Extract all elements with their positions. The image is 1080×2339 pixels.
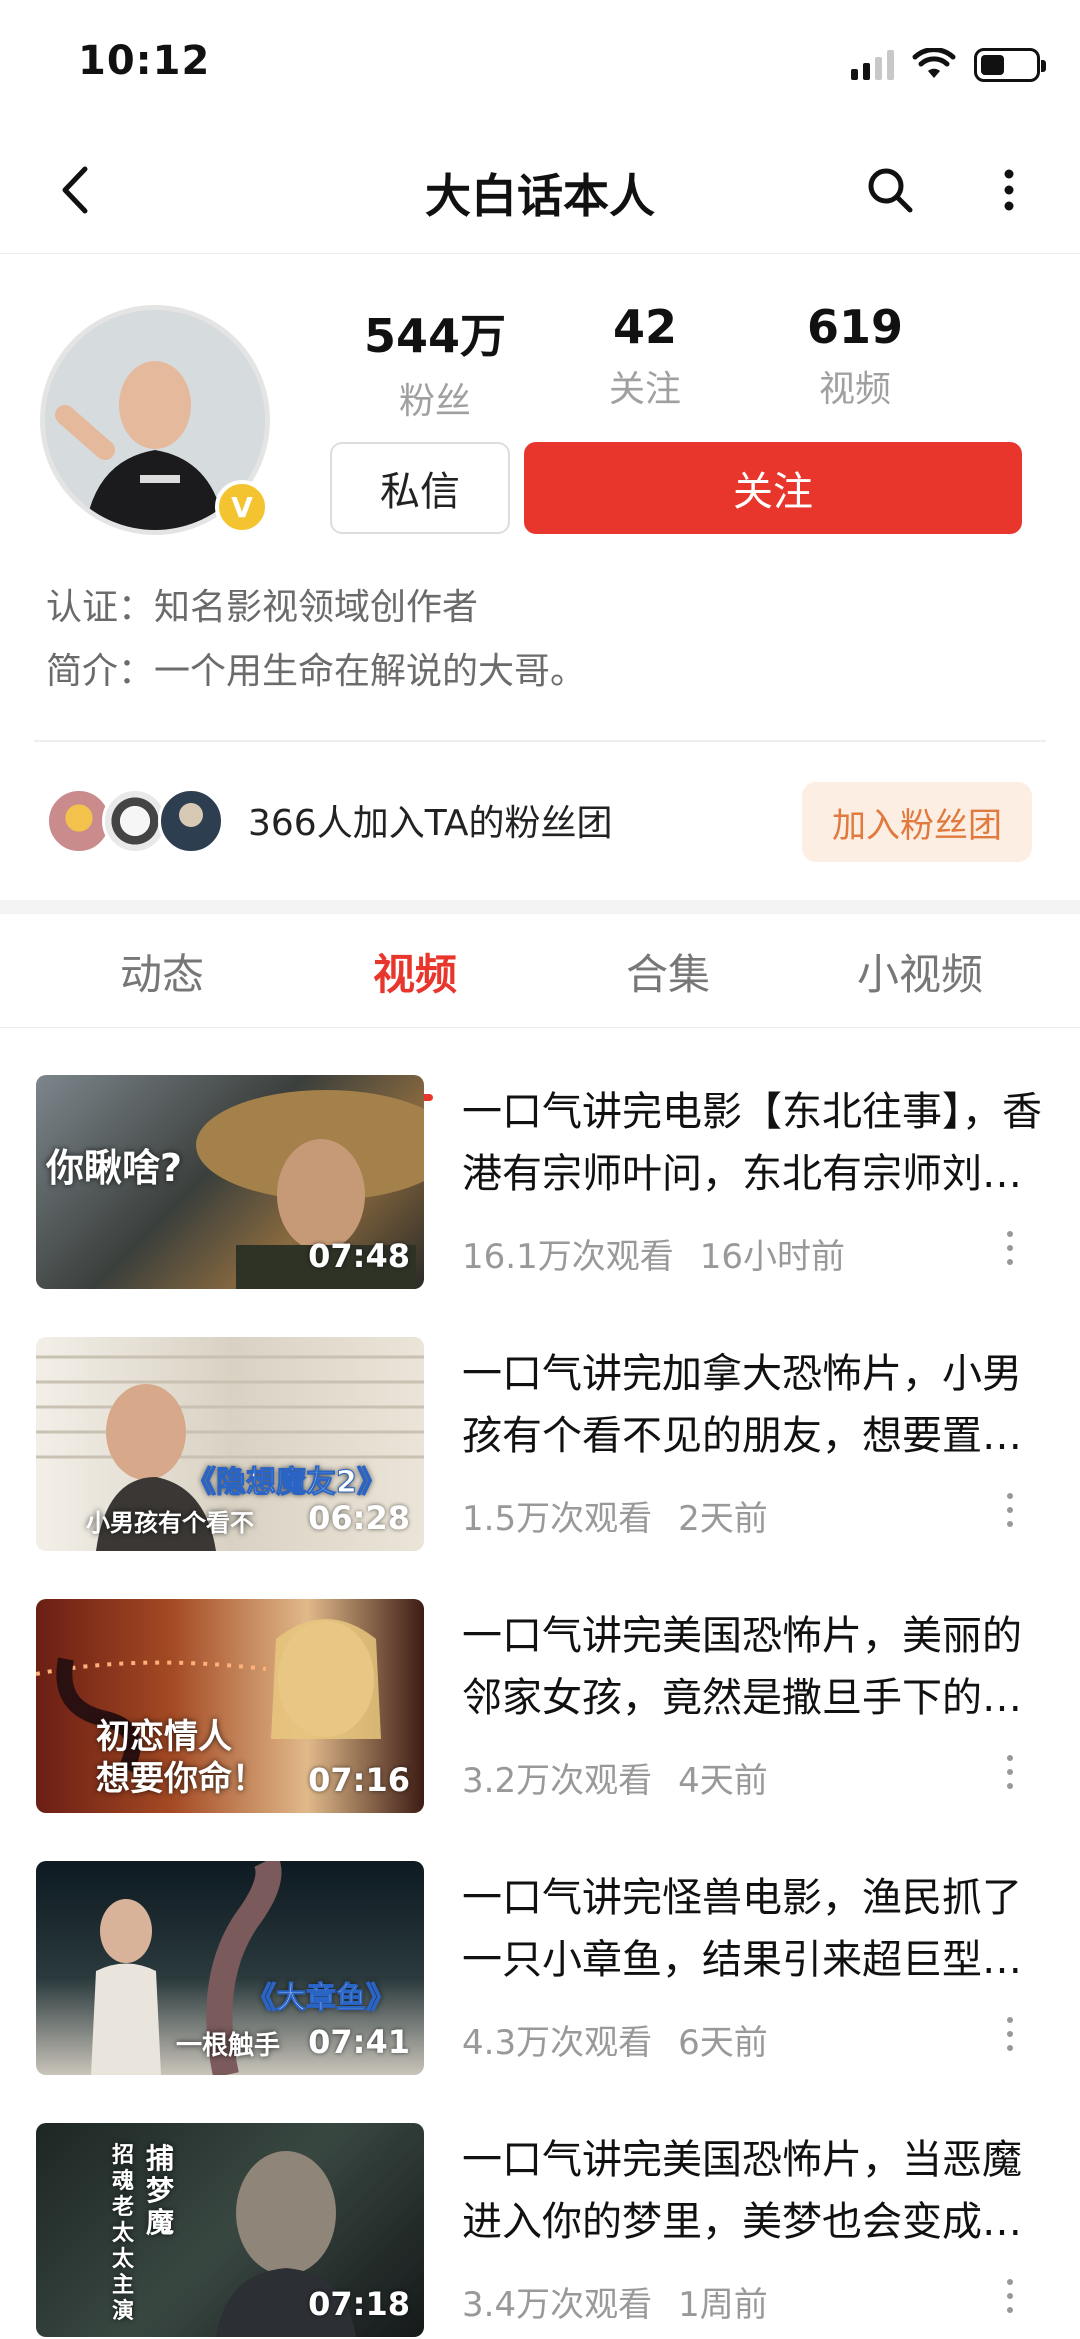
publish-time: 2天前: [678, 1499, 768, 1539]
stat-fans[interactable]: 544万 粉丝: [330, 300, 540, 422]
video-meta: 4.3万次观看 6天前: [462, 2015, 794, 2064]
follow-button[interactable]: 关注: [524, 442, 1022, 534]
video-title[interactable]: 一口气讲完美国恐怖片，当恶魔进入你的梦里，美梦也会变成噩梦: [462, 2129, 1042, 2253]
video-meta: 16.1万次观看 16小时前: [462, 1229, 871, 1278]
more-button[interactable]: [984, 160, 1034, 220]
video-title[interactable]: 一口气讲完加拿大恐怖片，小男孩有个看不见的朋友，想要置他于死地: [462, 1343, 1042, 1467]
certification-text: 认证：知名影视领域创作者: [46, 587, 479, 628]
stat-label: 视频: [818, 369, 891, 410]
video-thumbnail[interactable]: 你瞅啥? 07:48: [36, 1075, 424, 1289]
nav-bar: 大白话本人: [0, 130, 1080, 254]
profile-stats: 544万 粉丝 42 关注 619 视频: [330, 300, 1050, 422]
search-icon: [868, 168, 913, 213]
thumb-caption: 《大章鱼》: [246, 1981, 397, 2017]
fan-avatar: [158, 788, 224, 854]
thumb-caption: 你瞅啥?: [46, 1146, 183, 1190]
stat-label: 关注: [608, 369, 681, 410]
video-more-icon[interactable]: [998, 1225, 1022, 1271]
video-meta: 3.2万次观看 4天前: [462, 1753, 794, 1802]
video-duration: 07:48: [308, 1237, 410, 1275]
wifi-icon: [912, 48, 956, 78]
thumb-caption: 《隐想魔友2》: [186, 1465, 388, 1501]
list-item[interactable]: 《隐想魔友2》 小男孩有个看不 06:28 一口气讲完加拿大恐怖片，小男孩有个看…: [0, 1337, 1080, 1552]
video-duration: 07:16: [308, 1761, 410, 1799]
list-item[interactable]: 你瞅啥? 07:48 一口气讲完电影【东北往事】，香港有宗师叶问，东北有宗师刘海…: [0, 1075, 1080, 1290]
thumb-subcaption: 招魂老太太主演: [112, 2143, 135, 2324]
search-button[interactable]: [860, 160, 920, 220]
video-title[interactable]: 一口气讲完电影【东北往事】，香港有宗师叶问，东北有宗师刘海柱: [462, 1081, 1042, 1205]
publish-time: 6天前: [678, 2023, 768, 2063]
tab-dynamics[interactable]: 动态: [62, 914, 262, 1028]
avatar[interactable]: V: [40, 305, 270, 535]
video-duration: 07:18: [308, 2285, 410, 2323]
tab-videos[interactable]: 视频: [315, 914, 515, 1028]
video-duration: 07:41: [308, 2023, 410, 2061]
view-count: 4.3万次观看: [462, 2023, 653, 2063]
stat-value: 619: [806, 300, 904, 354]
video-thumbnail[interactable]: 初恋情人 想要你命！ 07:16: [36, 1599, 424, 1813]
message-button[interactable]: 私信: [330, 442, 510, 534]
video-more-icon[interactable]: [998, 1749, 1022, 1795]
view-count: 16.1万次观看: [462, 1237, 674, 1277]
fan-club-text: 366人加入TA的粉丝团: [248, 803, 613, 844]
thumb-subcaption: 想要你命！: [96, 1759, 266, 1799]
publish-time: 16小时前: [699, 1237, 845, 1277]
list-item[interactable]: 初恋情人 想要你命！ 07:16 一口气讲完美国恐怖片，美丽的邻家女孩，竟然是撒…: [0, 1599, 1080, 1814]
status-time: 10:12: [78, 38, 211, 84]
section-gap: [0, 900, 1080, 914]
stat-value: 42: [612, 300, 677, 354]
thumb-caption: 捕梦魔: [146, 2142, 175, 2239]
video-duration: 06:28: [308, 1499, 410, 1537]
status-icons: [851, 48, 1046, 82]
video-thumbnail[interactable]: 《隐想魔友2》 小男孩有个看不 06:28: [36, 1337, 424, 1551]
status-bar: 10:12: [0, 0, 1080, 130]
publish-time: 1周前: [678, 2285, 768, 2325]
list-item[interactable]: 《大章鱼》 一根触手 07:41 一口气讲完怪兽电影，渔民抓了一只小章鱼，结果引…: [0, 1861, 1080, 2076]
stat-label: 粉丝: [398, 381, 471, 422]
video-more-icon[interactable]: [998, 2273, 1022, 2319]
publish-time: 4天前: [678, 1761, 768, 1801]
view-count: 3.4万次观看: [462, 2285, 653, 2325]
tab-bar: 动态 视频 合集 小视频: [0, 914, 1080, 1028]
video-meta: 3.4万次观看 1周前: [462, 2277, 794, 2326]
video-more-icon[interactable]: [998, 1487, 1022, 1533]
video-meta: 1.5万次观看 2天前: [462, 1491, 794, 1540]
thumb-subcaption: 一根触手: [176, 2031, 281, 2061]
more-icon: [1004, 169, 1014, 211]
video-thumbnail[interactable]: 捕梦魔 招魂老太太主演 07:18: [36, 2123, 424, 2337]
tab-collections[interactable]: 合集: [568, 914, 768, 1028]
view-count: 1.5万次观看: [462, 1499, 653, 1539]
list-item[interactable]: 捕梦魔 招魂老太太主演 07:18 一口气讲完美国恐怖片，当恶魔进入你的梦里，美…: [0, 2123, 1080, 2338]
divider: [34, 740, 1046, 742]
video-title[interactable]: 一口气讲完怪兽电影，渔民抓了一只小章鱼，结果引来超巨型章鱼: [462, 1867, 1042, 1991]
verified-icon: V: [215, 480, 269, 534]
fan-club-row[interactable]: 366人加入TA的粉丝团 加入粉丝团: [0, 770, 1080, 875]
video-title[interactable]: 一口气讲完美国恐怖片，美丽的邻家女孩，竟然是撒旦手下的恶魔: [462, 1605, 1042, 1729]
video-thumbnail[interactable]: 《大章鱼》 一根触手 07:41: [36, 1861, 424, 2075]
signal-icon: [851, 50, 894, 80]
fan-avatars: [46, 788, 224, 854]
stat-value: 544万: [363, 309, 507, 363]
bio-text: 简介：一个用生命在解说的大哥。: [46, 651, 587, 692]
tab-short-videos[interactable]: 小视频: [820, 914, 1020, 1028]
join-fan-club-button[interactable]: 加入粉丝团: [802, 782, 1032, 862]
thumb-subcaption: 小男孩有个看不: [86, 1509, 254, 1537]
stat-following[interactable]: 42 关注: [540, 300, 750, 420]
battery-icon: [974, 48, 1046, 82]
video-more-icon[interactable]: [998, 2011, 1022, 2057]
stat-videos[interactable]: 619 视频: [750, 300, 960, 420]
view-count: 3.2万次观看: [462, 1761, 653, 1801]
